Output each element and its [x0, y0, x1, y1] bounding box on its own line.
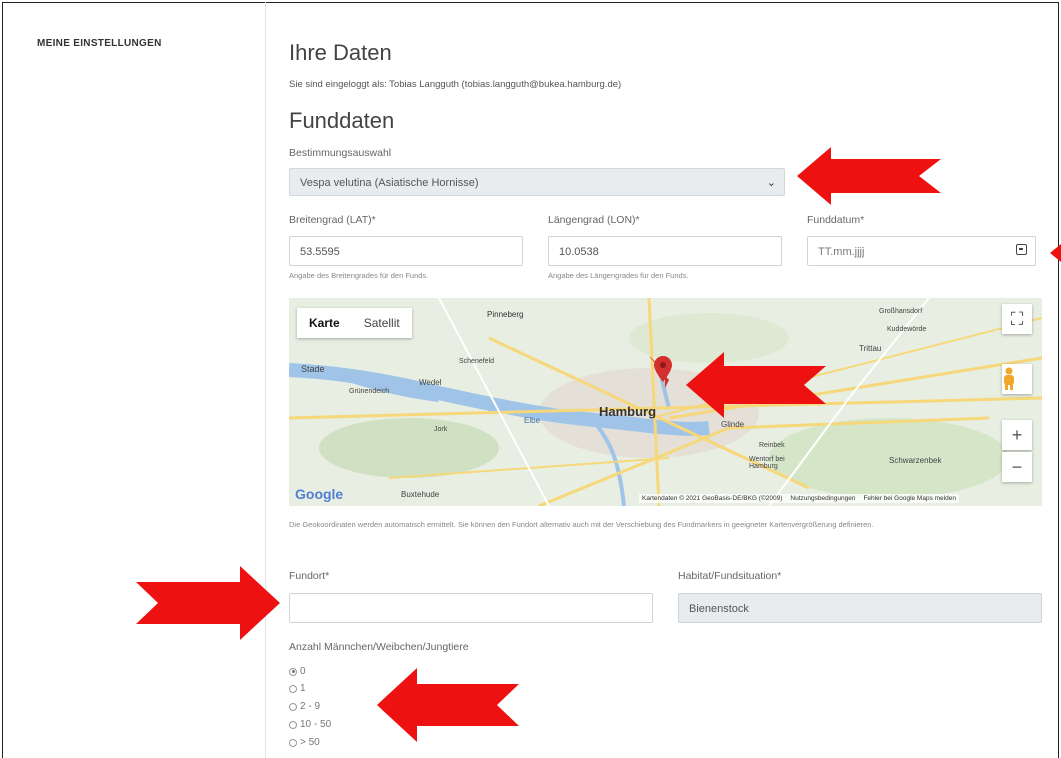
map[interactable]: Karte Satellit Pinneberg Stade Wedel Sch… [289, 298, 1042, 506]
annotation-arrow-left [377, 668, 519, 742]
lat-label: Breitengrad (LAT)* [289, 214, 376, 226]
finding-title: Funddaten [289, 108, 395, 133]
city-label: Hamburg [599, 404, 657, 419]
count-option-label: 1 [300, 683, 306, 694]
annotation-arrow-left [797, 147, 941, 205]
calendar-icon[interactable] [1016, 244, 1027, 255]
map-attribution: Kartendaten © 2021 GeoBasis-DE/BKG (©200… [642, 495, 783, 502]
place-label: Stade [301, 364, 325, 374]
profile-title: Ihre Daten [289, 40, 392, 65]
place-label: Trittau [859, 344, 882, 353]
lat-input[interactable]: 53.5595 [289, 236, 523, 266]
radio[interactable] [289, 720, 297, 729]
map-attribution-bar: Kartendaten © 2021 GeoBasis-DE/BKG (©200… [639, 494, 959, 503]
count-option-label: 0 [300, 666, 306, 677]
sidebar-divider [265, 2, 266, 758]
place-label: Glinde [721, 420, 745, 429]
count-option-1[interactable]: 1 [289, 683, 306, 694]
map-type-control[interactable]: Karte Satellit [297, 308, 412, 338]
habitat-input[interactable]: Bienenstock [678, 593, 1042, 623]
radio[interactable] [289, 738, 297, 747]
species-label: Bestimmungsauswahl [289, 147, 392, 159]
geo-note: Die Geokoordinaten werden automatisch er… [289, 520, 874, 529]
place-label: Wentorf bei Hamburg [749, 456, 785, 470]
place-label: Elbe [524, 416, 541, 425]
habitat-label: Habitat/Fundsituation* [678, 570, 782, 582]
species-value: Vespa velutina (Asiatische Hornisse) [300, 177, 479, 189]
map-report-link[interactable]: Fehler bei Google Maps melden [863, 495, 956, 502]
count-option-4[interactable]: > 50 [289, 737, 320, 748]
count-option-label: 2 - 9 [300, 701, 321, 712]
date-label: Funddatum* [807, 214, 865, 226]
place-label: Schwarzenbek [889, 456, 942, 465]
street-view-icon[interactable] [1002, 364, 1032, 394]
location-label: Fundort* [289, 570, 330, 582]
map-type-satellite[interactable]: Satellit [352, 308, 412, 338]
place-label: Großhansdorf [879, 308, 923, 315]
annotation-arrow-edge [1050, 244, 1061, 262]
place-label: Kuddewörde [887, 326, 927, 333]
place-label: Schenefeld [459, 358, 495, 365]
lon-label: Längengrad (LON)* [548, 214, 640, 226]
date-placeholder: TT.mm.jjjj [818, 246, 865, 258]
count-option-2[interactable]: 2 - 9 [289, 701, 320, 712]
place-label: Grünendeich [349, 388, 390, 395]
place-label: Pinneberg [487, 310, 524, 319]
lat-hint: Angabe des Breitengrades für den Funds. [289, 271, 429, 280]
zoom-out-button[interactable]: − [1002, 452, 1032, 482]
google-logo: Google [295, 486, 344, 502]
place-label: Buxtehude [401, 490, 440, 499]
fullscreen-icon[interactable]: ⛶ [1002, 304, 1032, 334]
species-select[interactable]: Vespa velutina (Asiatische Hornisse) ⌄ [289, 168, 785, 196]
chevron-down-icon: ⌄ [766, 177, 776, 189]
radio[interactable] [289, 684, 297, 693]
count-option-label: > 50 [300, 737, 320, 748]
count-option-label: 10 - 50 [300, 719, 332, 730]
radio[interactable] [289, 702, 297, 711]
annotation-arrow-left [686, 352, 826, 418]
zoom-in-button[interactable]: + [1002, 420, 1032, 450]
place-label: Reinbek [759, 442, 785, 449]
lon-hint: Angabe des Längengrades für den Funds. [548, 271, 689, 280]
sidebar-heading[interactable]: MEINE EINSTELLUNGEN [37, 38, 162, 49]
logged-in-text: Sie sind eingeloggt als: Tobias Langguth… [289, 79, 622, 90]
place-label: Jork [434, 426, 448, 433]
count-option-0[interactable]: 0 [289, 666, 306, 677]
annotation-arrow-right [136, 566, 280, 640]
radio-selected[interactable] [289, 667, 297, 676]
count-option-3[interactable]: 10 - 50 [289, 719, 331, 730]
map-terms-link[interactable]: Nutzungsbedingungen [790, 495, 855, 502]
place-label: Wedel [419, 378, 442, 387]
lon-input[interactable]: 10.0538 [548, 236, 782, 266]
count-label: Anzahl Männchen/Weibchen/Jungtiere [289, 641, 469, 653]
map-marker-icon[interactable] [654, 356, 672, 382]
map-type-map[interactable]: Karte [297, 308, 352, 338]
date-input[interactable]: TT.mm.jjjj [807, 236, 1036, 266]
location-input[interactable] [289, 593, 653, 623]
